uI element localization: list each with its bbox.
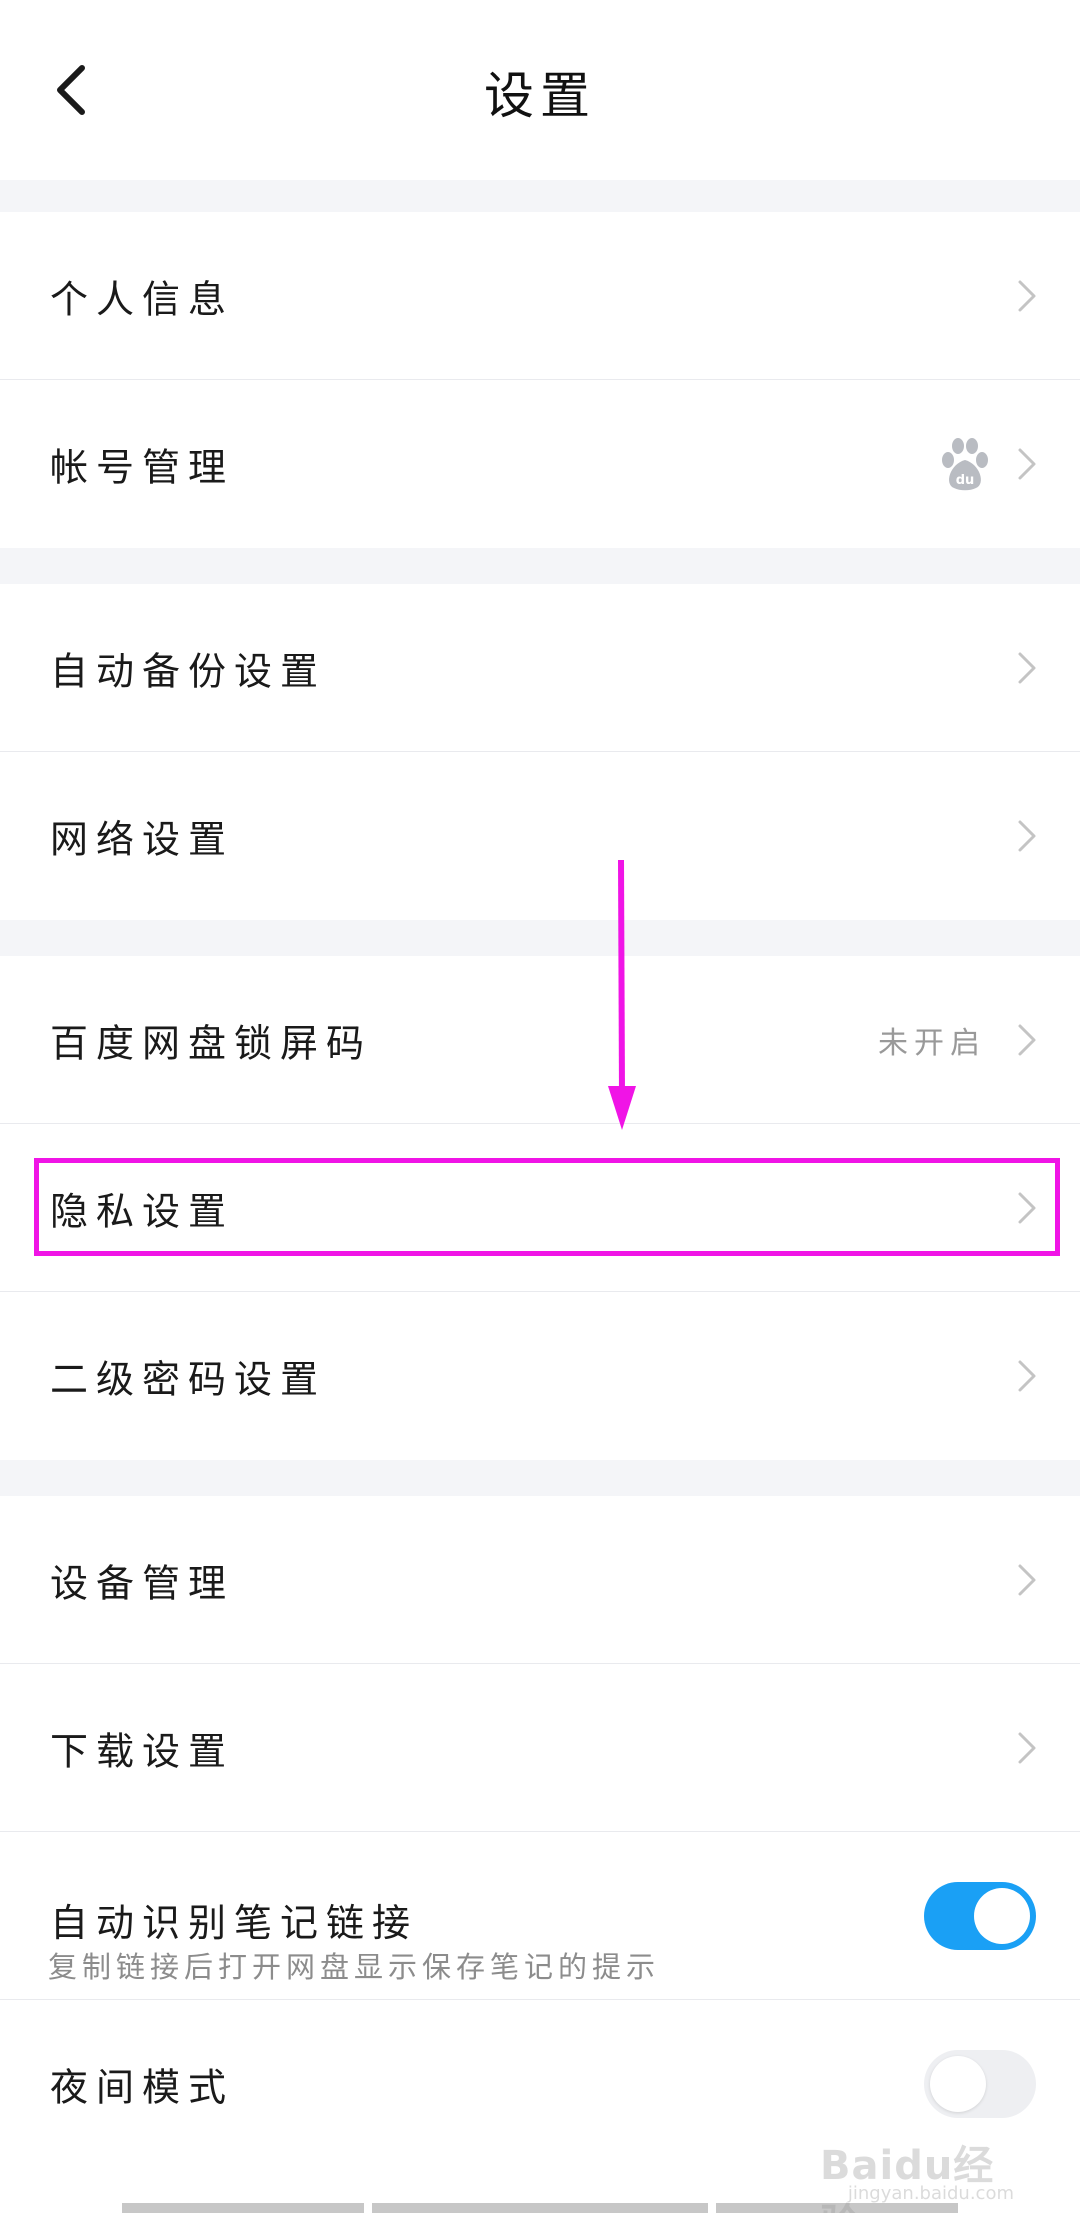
night-mode-toggle[interactable] [924,2050,1036,2118]
chevron-right-icon [1018,1732,1036,1764]
toggle-knob [974,1888,1030,1944]
personal-info-row[interactable]: 个人信息 [0,212,1080,380]
account-management-row[interactable]: 帐号管理 du [0,380,1080,548]
watermark-subtext: jingyan.baidu.com [847,2183,1014,2204]
device-management-label: 设备管理 [50,1561,235,1606]
chevron-right-icon [1018,1360,1036,1392]
baidu-jingyan-watermark: Baidu经验 jingyan.baidu.com [820,2123,1020,2213]
auto-detect-notes-label: 自动识别笔记链接 [50,1901,419,1945]
lock-screen-status: 未开启 [878,1026,986,1061]
svg-text:du: du [956,473,975,488]
auto-backup-label: 自动备份设置 [50,649,327,694]
arrow-down-annotation-icon [608,860,636,1130]
auto-detect-notes-toggle[interactable] [924,1882,1036,1950]
section-divider [0,548,1080,584]
page-title: 设置 [484,67,596,125]
auto-backup-row[interactable]: 自动备份设置 [0,584,1080,752]
secondary-password-row[interactable]: 二级密码设置 [0,1292,1080,1460]
baidu-paw-icon: du [942,438,988,491]
section-divider [0,180,1080,212]
header: 设置 [0,0,1080,180]
network-settings-label: 网络设置 [50,817,235,862]
toggle-knob [930,2056,986,2112]
lock-screen-code-label: 百度网盘锁屏码 [50,1021,373,1066]
download-settings-row[interactable]: 下载设置 [0,1664,1080,1832]
device-management-row[interactable]: 设备管理 [0,1496,1080,1664]
bottom-bar-segment [372,2203,708,2213]
highlight-annotation-box [34,1158,1060,1256]
chevron-right-icon [1018,1564,1036,1596]
section-divider [0,920,1080,956]
chevron-right-icon [1018,652,1036,684]
auto-detect-notes-row: 自动识别笔记链接 复制链接后打开网盘显示保存笔记的提示 [0,1832,1080,2000]
chevron-right-icon [1018,1024,1036,1056]
night-mode-label: 夜间模式 [50,2065,235,2110]
section-divider [0,1460,1080,1496]
secondary-password-label: 二级密码设置 [50,1357,327,1402]
chevron-right-icon [1018,820,1036,852]
download-settings-label: 下载设置 [50,1729,235,1774]
network-settings-row[interactable]: 网络设置 [0,752,1080,920]
personal-info-label: 个人信息 [50,277,235,322]
settings-page: 设置 个人信息 帐号管理 du 自动备份设置 网络设置 百度网盘锁屏码 未开启 … [0,0,1080,2213]
chevron-right-icon [1018,448,1036,480]
account-management-label: 帐号管理 [50,445,235,490]
auto-detect-notes-description: 复制链接后打开网盘显示保存笔记的提示 [48,1950,661,1984]
bottom-bar-segment [122,2203,364,2213]
chevron-right-icon [1018,280,1036,312]
lock-screen-code-row[interactable]: 百度网盘锁屏码 未开启 [0,956,1080,1124]
